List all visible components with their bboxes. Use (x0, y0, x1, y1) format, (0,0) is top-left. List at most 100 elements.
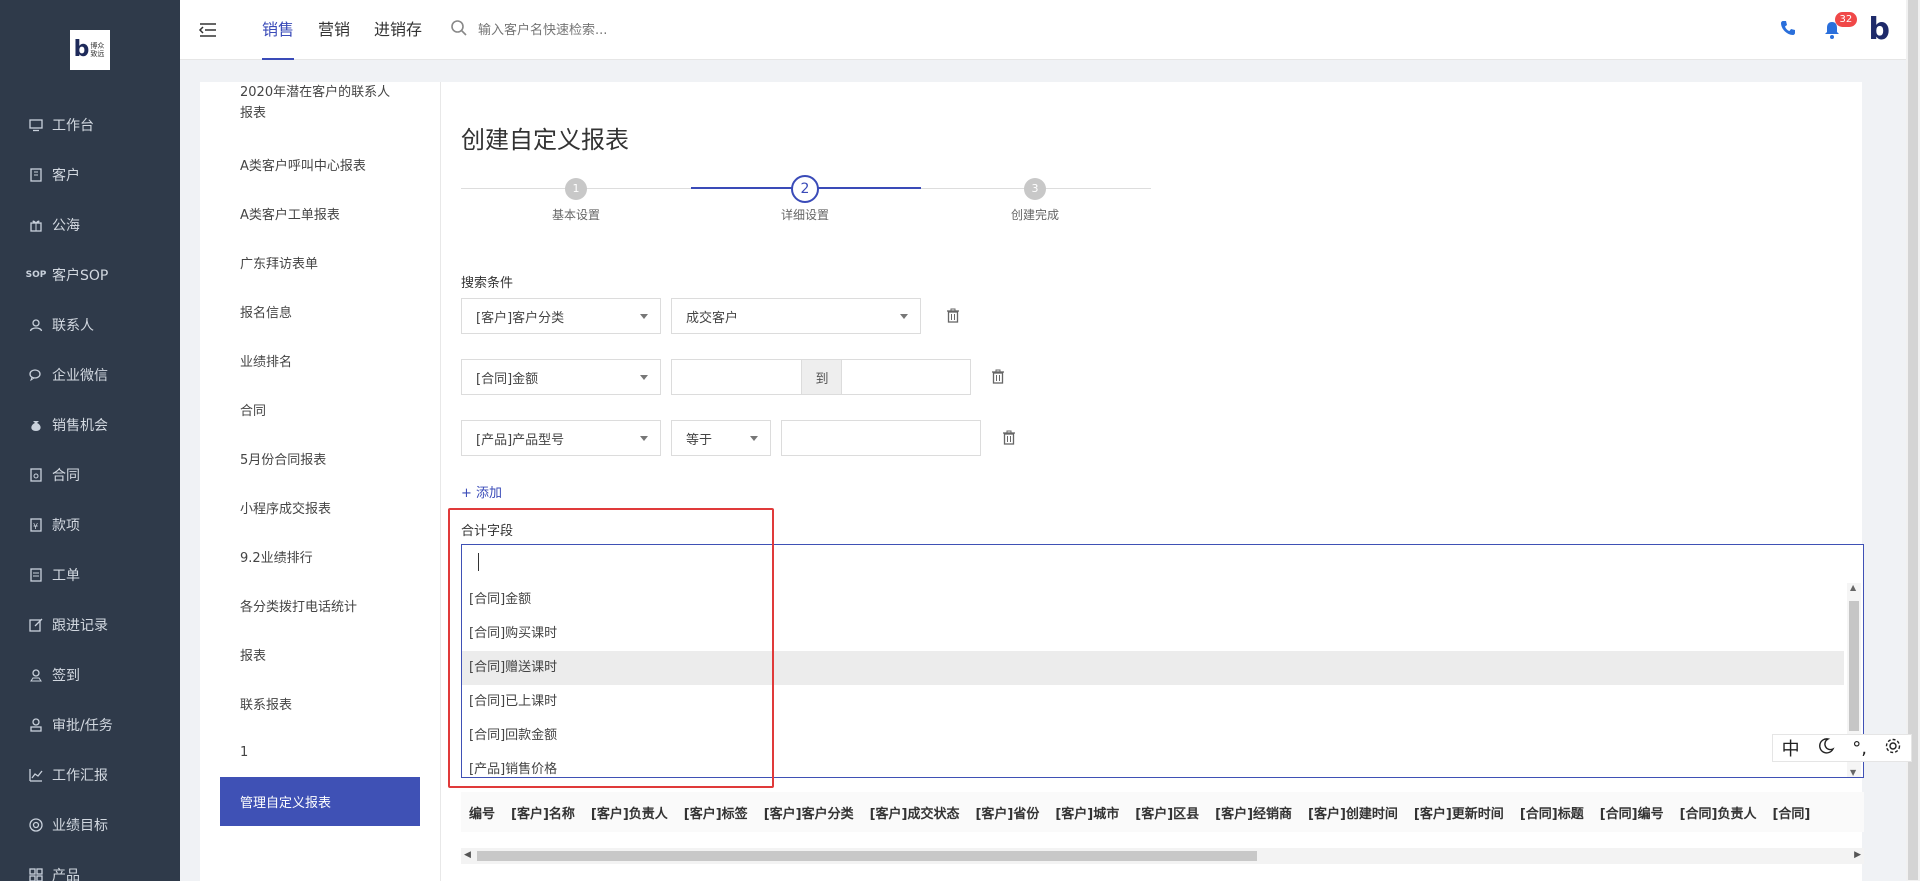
search-icon[interactable] (450, 19, 468, 41)
step-number: 1 (565, 178, 587, 200)
report-item[interactable]: 业绩排名 (200, 336, 440, 385)
report-item[interactable]: 广东拜访表单 (200, 238, 440, 287)
column-header[interactable]: [客户]区县 (1127, 803, 1207, 822)
dropdown-option[interactable]: [合同]已上课时 (462, 685, 1844, 719)
condition-field-select[interactable]: [客户]客户分类 (461, 298, 661, 334)
condition-operator-select[interactable]: 等于 (671, 420, 771, 456)
column-header[interactable]: [合同]负责人 (1672, 803, 1765, 822)
sidebar-item-wecom[interactable]: 企业微信 (0, 350, 180, 400)
column-header[interactable]: [客户]更新时间 (1406, 803, 1512, 822)
notification-bell[interactable]: 32 (1823, 12, 1858, 40)
scroll-left-icon[interactable]: ◀ (464, 850, 471, 860)
scroll-up-icon[interactable]: ▲ (1850, 583, 1856, 592)
report-item[interactable]: 合同 (200, 385, 440, 434)
sidebar-item-approval[interactable]: 审批/任务 (0, 700, 180, 750)
yen-icon: ¥ (28, 517, 44, 533)
table-horizontal-scrollbar[interactable]: ◀ ▶ (461, 848, 1864, 864)
user-icon (28, 317, 44, 333)
ime-punct-toggle[interactable]: °, (1852, 738, 1867, 759)
preview-table-header: 编号 [客户]名称 [客户]负责人 [客户]标签 [客户]客户分类 [客户]成交… (461, 792, 1864, 832)
report-item[interactable]: 各分类拨打电话统计 (200, 581, 440, 630)
report-item[interactable]: 2020年潜在客户的联系人报表 (200, 82, 440, 140)
menu-collapse-icon[interactable] (198, 20, 218, 40)
sum-fields-multiselect[interactable]: [合同]金额 [合同]购买课时 [合同]赠送课时 [合同]已上课时 [合同]回款… (461, 544, 1864, 778)
trash-icon[interactable] (991, 369, 1005, 385)
column-header[interactable]: [客户]成交状态 (862, 803, 968, 822)
report-item[interactable]: 1 (200, 728, 440, 777)
sidebar-item-products[interactable]: 产品 (0, 850, 180, 881)
report-item[interactable]: 9.2业绩排行 (200, 532, 440, 581)
column-header[interactable]: [客户]标签 (676, 803, 756, 822)
column-header[interactable]: [客户]客户分类 (756, 803, 862, 822)
dropdown-option[interactable]: [合同]金额 (462, 583, 1844, 617)
sidebar-item-customer[interactable]: 客户 (0, 150, 180, 200)
search-input[interactable] (478, 22, 678, 38)
notification-badge: 32 (1834, 12, 1858, 27)
column-header[interactable]: [客户]省份 (967, 803, 1047, 822)
step-label: 创建完成 (1010, 208, 1059, 222)
tab-inventory[interactable]: 进销存 (362, 0, 434, 60)
trash-icon[interactable] (946, 308, 960, 324)
report-item[interactable]: A类客户呼叫中心报表 (200, 140, 440, 189)
condition-field-select[interactable]: [合同]金额 (461, 359, 661, 395)
sidebar-item-customer-sop[interactable]: SOP 客户SOP (0, 250, 180, 300)
sidebar-item-contract[interactable]: 合同 (0, 450, 180, 500)
column-header[interactable]: [客户]创建时间 (1300, 803, 1406, 822)
column-header[interactable]: [合同]标题 (1512, 803, 1592, 822)
sidebar-item-tickets[interactable]: 工单 (0, 550, 180, 600)
add-condition-link[interactable]: + 添加 (461, 482, 502, 501)
sidebar-item-payments[interactable]: ¥ 款项 (0, 500, 180, 550)
sidebar-item-performance-target[interactable]: 业绩目标 (0, 800, 180, 850)
amount-max-input[interactable] (841, 359, 971, 395)
scroll-down-icon[interactable]: ▼ (1850, 768, 1856, 777)
column-header[interactable]: 编号 (461, 803, 503, 822)
scroll-right-icon[interactable]: ▶ (1854, 850, 1861, 860)
sidebar-item-public-pool[interactable]: 公海 (0, 200, 180, 250)
select-value: 成交客户 (686, 310, 739, 326)
chevron-down-icon (640, 436, 648, 441)
sidebar-nav: 工作台 客户 公海 SOP 客户SOP 联系人 企业微信 销售机会 合同 ¥ 款… (0, 100, 180, 881)
product-model-input[interactable] (781, 420, 981, 456)
sidebar-item-work-report[interactable]: 工作汇报 (0, 750, 180, 800)
dropdown-option[interactable]: [产品]销售价格 (462, 753, 1844, 787)
tab-sales[interactable]: 销售 (250, 0, 306, 60)
scrollbar-thumb[interactable] (477, 851, 1257, 861)
user-avatar[interactable]: b (1869, 15, 1890, 45)
report-item[interactable]: 报名信息 (200, 287, 440, 336)
column-header[interactable]: [合同] (1764, 803, 1818, 822)
phone-icon[interactable] (1779, 19, 1797, 41)
dropdown-option-hovered[interactable]: [合同]赠送课时 (462, 651, 1844, 685)
sidebar-item-contacts[interactable]: 联系人 (0, 300, 180, 350)
condition-field-select[interactable]: [产品]产品型号 (461, 420, 661, 456)
dropdown-option[interactable]: [合同]购买课时 (462, 617, 1844, 651)
step-basic: 1 基本设置 (516, 178, 636, 223)
report-item[interactable]: 小程序成交报表 (200, 483, 440, 532)
dropdown-option[interactable]: [合同]回款金额 (462, 719, 1844, 753)
report-item[interactable]: 5月份合同报表 (200, 434, 440, 483)
gear-icon[interactable] (1884, 737, 1902, 760)
condition-value-select[interactable]: 成交客户 (671, 298, 921, 334)
sidebar-item-label: 公海 (52, 218, 80, 234)
company-logo[interactable]: b 博众致远 (70, 30, 110, 70)
sidebar-item-workbench[interactable]: 工作台 (0, 100, 180, 150)
column-header[interactable]: [客户]城市 (1047, 803, 1127, 822)
report-item[interactable]: A类客户工单报表 (200, 189, 440, 238)
report-item-manage-custom[interactable]: 管理自定义报表 (220, 777, 420, 826)
scrollbar-thumb[interactable] (1849, 601, 1859, 731)
moon-icon[interactable] (1817, 737, 1835, 760)
column-header[interactable]: [客户]名称 (503, 803, 583, 822)
ime-mode-toggle[interactable]: 中 (1782, 735, 1800, 761)
sidebar-item-follow-up[interactable]: 跟进记录 (0, 600, 180, 650)
report-item[interactable]: 报表 (200, 630, 440, 679)
column-header[interactable]: [合同]编号 (1592, 803, 1672, 822)
approval-icon (28, 717, 44, 733)
amount-min-input[interactable] (671, 359, 802, 395)
top-right-actions: 32 b (1779, 12, 1890, 46)
sidebar-item-sales-opportunity[interactable]: 销售机会 (0, 400, 180, 450)
column-header[interactable]: [客户]负责人 (583, 803, 676, 822)
report-item[interactable]: 联系报表 (200, 679, 440, 728)
sidebar-item-checkin[interactable]: 签到 (0, 650, 180, 700)
tab-marketing[interactable]: 营销 (306, 0, 362, 60)
column-header[interactable]: [客户]经销商 (1207, 803, 1300, 822)
trash-icon[interactable] (1002, 430, 1016, 446)
